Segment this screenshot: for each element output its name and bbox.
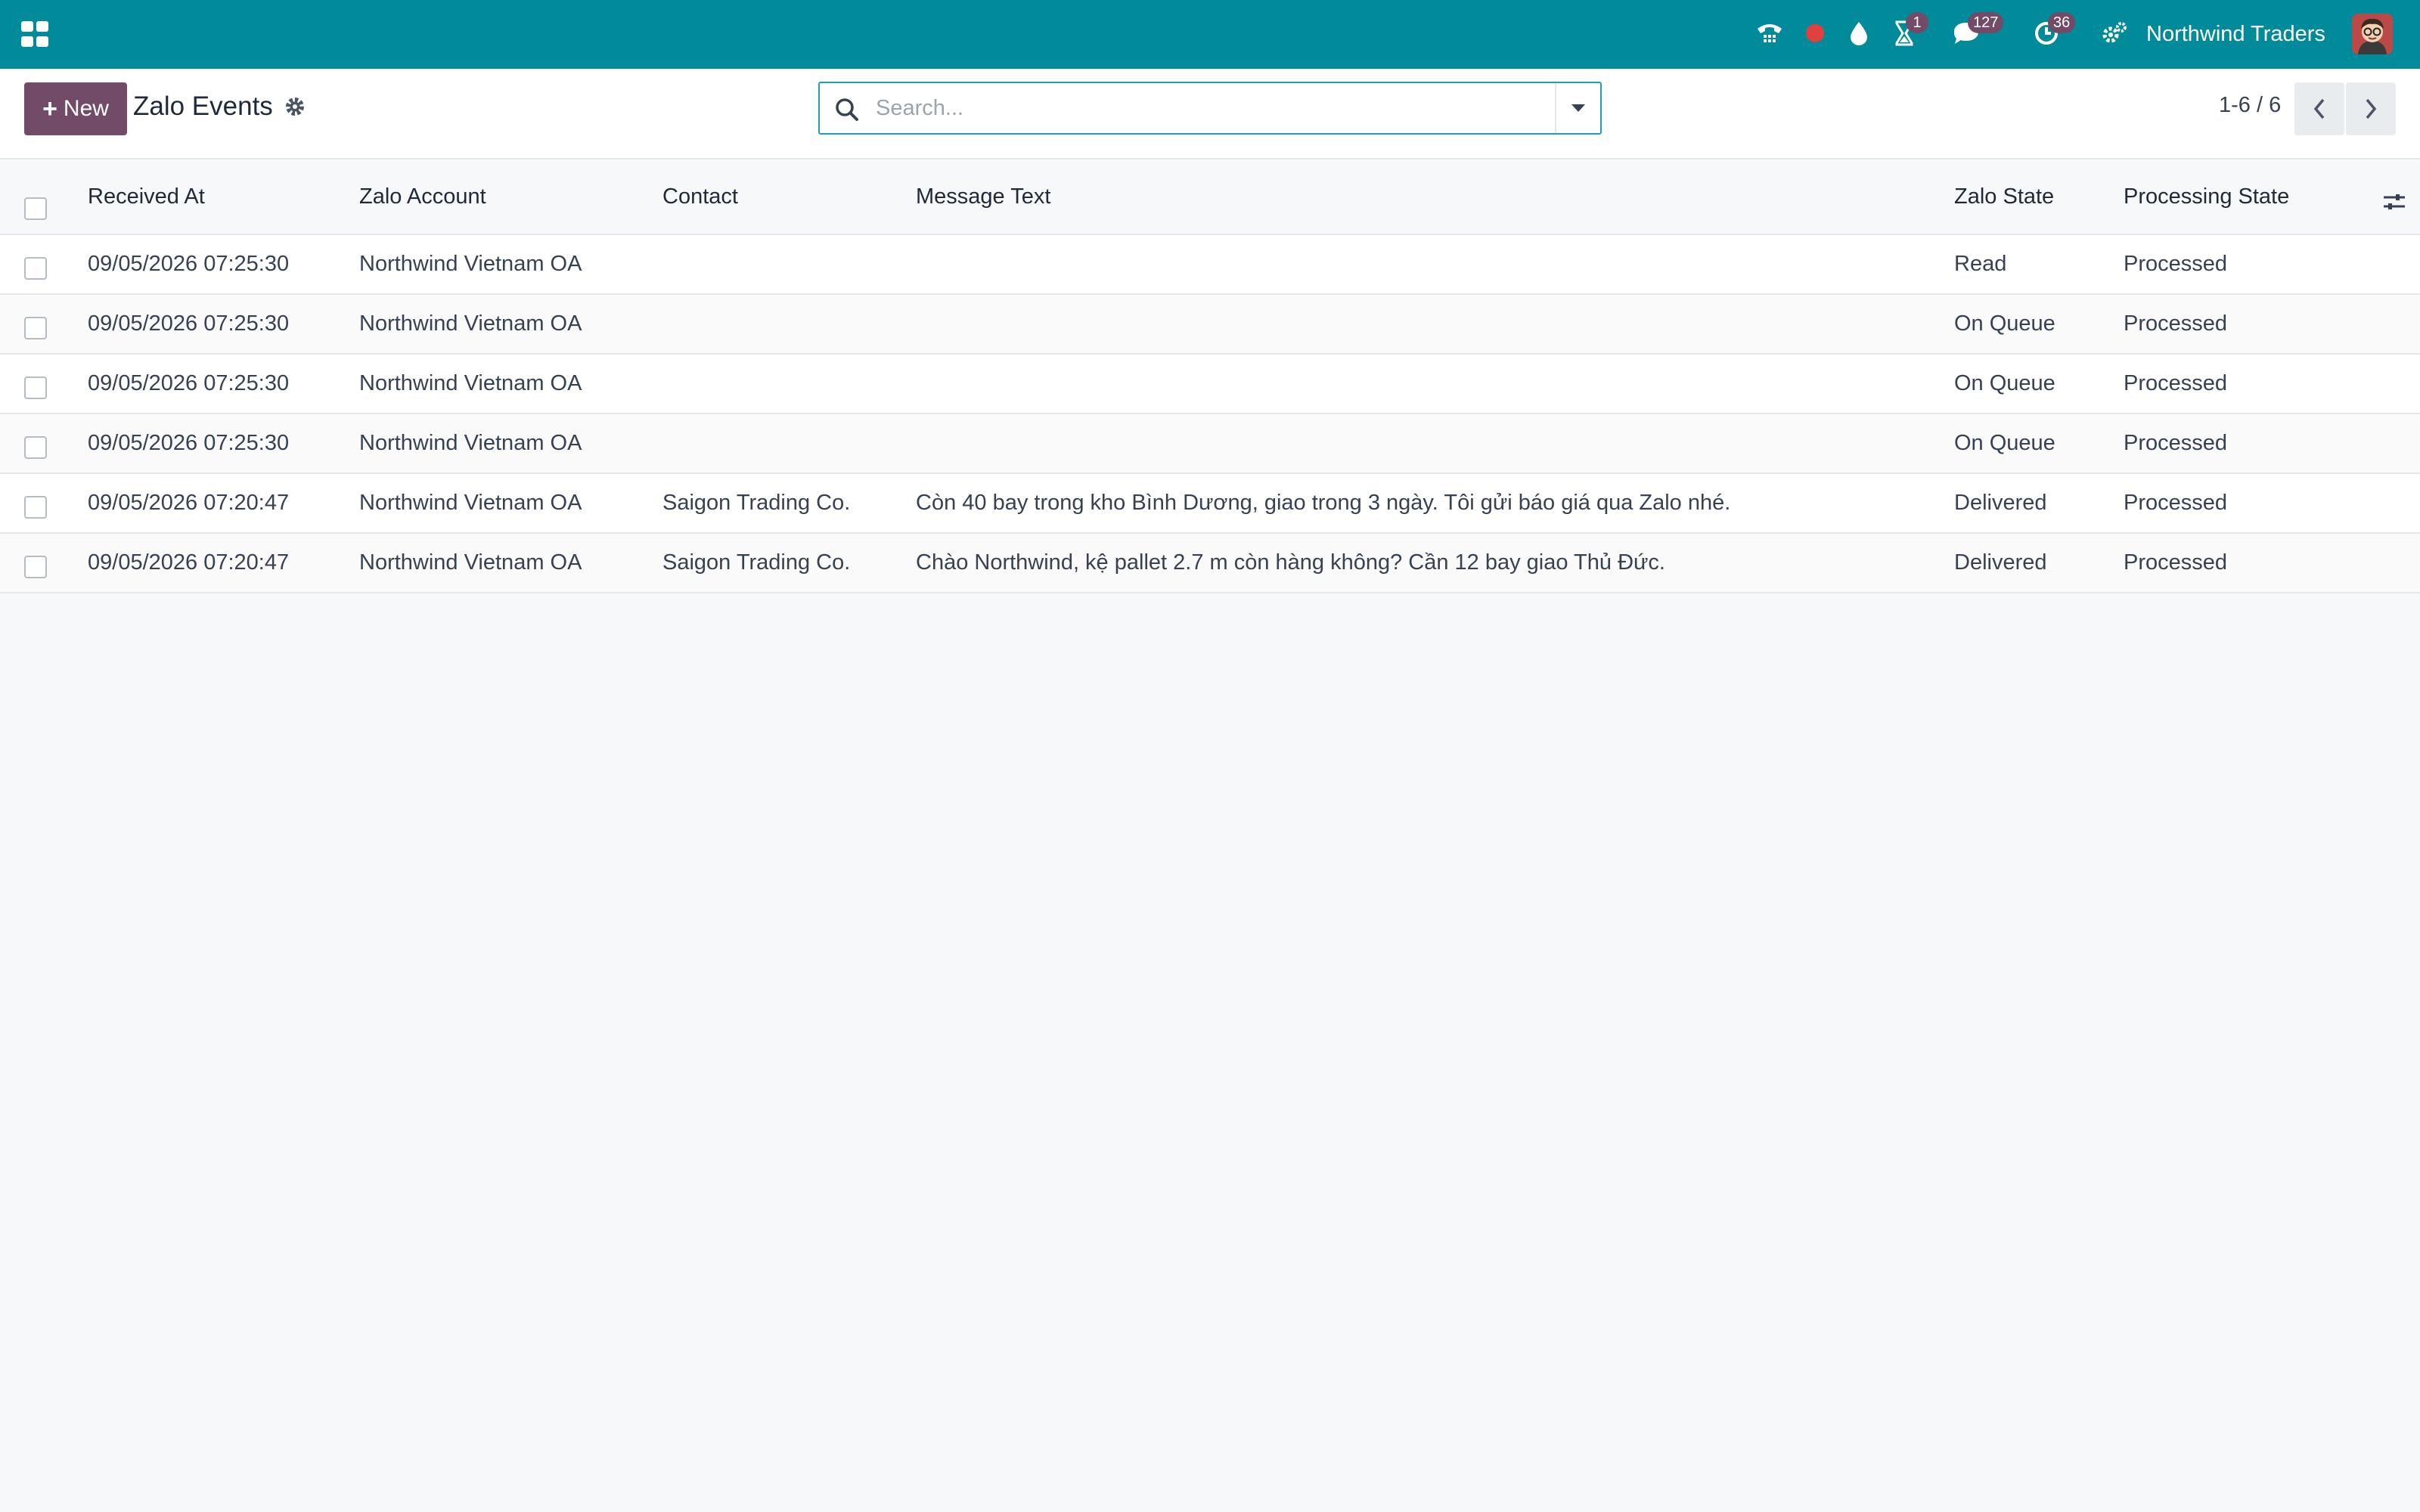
cell-zalo-state: Delivered xyxy=(1954,550,2047,575)
list-view: Received At Zalo Account Contact Message… xyxy=(0,160,2420,593)
cell-processing-state: Processed xyxy=(2124,491,2228,515)
row-checkbox[interactable] xyxy=(24,556,47,578)
top-navbar: 1 127 36 Northwind Traders xyxy=(0,0,2420,69)
cell-processing-state: Processed xyxy=(2124,550,2228,575)
avatar[interactable] xyxy=(2352,14,2393,54)
hourglass-badge: 1 xyxy=(1906,12,1928,33)
cell-processing-state: Processed xyxy=(2124,371,2228,395)
pager-next-button[interactable] xyxy=(2346,82,2396,135)
table-row[interactable]: 09/05/2026 07:25:30 Northwind Vietnam OA… xyxy=(0,295,2420,355)
row-checkbox[interactable] xyxy=(24,436,47,459)
cell-zalo-state: On Queue xyxy=(1954,311,2055,336)
cell-received-at: 09/05/2026 07:25:30 xyxy=(88,252,290,276)
cell-message-text: Chào Northwind, kệ pallet 2.7 m còn hàng… xyxy=(916,550,1665,575)
company-name[interactable]: Northwind Traders xyxy=(2146,20,2325,48)
column-header-zalo-state[interactable]: Zalo State xyxy=(1954,160,2054,234)
table-row[interactable]: 09/05/2026 07:20:47 Northwind Vietnam OA… xyxy=(0,474,2420,534)
plus-icon: + xyxy=(42,94,57,123)
column-header-received-at[interactable]: Received At xyxy=(88,160,205,234)
search-box xyxy=(818,82,1602,135)
drop-icon[interactable] xyxy=(1842,17,1876,50)
cell-processing-state: Processed xyxy=(2124,311,2228,336)
cell-message-text: Còn 40 bay trong kho Bình Dương, giao tr… xyxy=(916,491,1731,515)
pager-previous-button[interactable] xyxy=(2294,82,2344,135)
cell-processing-state: Processed xyxy=(2124,431,2228,455)
cell-received-at: 09/05/2026 07:20:47 xyxy=(88,491,290,515)
select-all-checkbox[interactable] xyxy=(24,197,47,220)
row-checkbox[interactable] xyxy=(24,317,47,339)
chevron-right-icon xyxy=(2366,98,2377,119)
cell-received-at: 09/05/2026 07:20:47 xyxy=(88,550,290,575)
phone-icon[interactable] xyxy=(1753,17,1786,50)
cell-received-at: 09/05/2026 07:25:30 xyxy=(88,371,290,395)
table-header: Received At Zalo Account Contact Message… xyxy=(0,160,2420,235)
cell-zalo-state: On Queue xyxy=(1954,371,2055,395)
new-button[interactable]: + New xyxy=(24,82,127,135)
row-checkbox[interactable] xyxy=(24,376,47,399)
recording-dot-icon[interactable] xyxy=(1798,17,1832,50)
table-row[interactable]: 09/05/2026 07:20:47 Northwind Vietnam OA… xyxy=(0,534,2420,593)
cell-zalo-account: Northwind Vietnam OA xyxy=(359,491,582,515)
hourglass-icon[interactable]: 1 xyxy=(1888,12,1928,50)
cell-received-at: 09/05/2026 07:25:30 xyxy=(88,431,290,455)
cell-zalo-account: Northwind Vietnam OA xyxy=(359,371,582,395)
cell-zalo-state: On Queue xyxy=(1954,431,2055,455)
cell-zalo-state: Delivered xyxy=(1954,491,2047,515)
search-icon xyxy=(836,98,858,121)
row-checkbox[interactable] xyxy=(24,496,47,519)
pager-value[interactable]: 1-6 / 6 xyxy=(2219,93,2281,118)
gear-icon[interactable] xyxy=(281,93,309,120)
control-panel: + New Zalo Events 1-6 / 6 xyxy=(0,69,2420,160)
activity-badge: 36 xyxy=(2048,12,2076,33)
chevron-left-icon xyxy=(2313,98,2325,119)
cell-zalo-account: Northwind Vietnam OA xyxy=(359,252,582,276)
column-header-contact[interactable]: Contact xyxy=(662,160,738,234)
new-button-label: New xyxy=(63,96,109,121)
apps-grid-icon[interactable] xyxy=(20,20,50,50)
row-checkbox[interactable] xyxy=(24,257,47,280)
chat-icon[interactable]: 127 xyxy=(1950,12,2004,50)
cell-processing-state: Processed xyxy=(2124,252,2228,276)
column-header-zalo-account[interactable]: Zalo Account xyxy=(359,160,486,234)
column-options-icon[interactable] xyxy=(2381,188,2408,215)
cell-contact: Saigon Trading Co. xyxy=(662,491,851,515)
cell-zalo-account: Northwind Vietnam OA xyxy=(359,431,582,455)
column-header-processing-state[interactable]: Processing State xyxy=(2124,160,2289,234)
caret-down-icon xyxy=(1571,104,1585,112)
cell-zalo-account: Northwind Vietnam OA xyxy=(359,550,582,575)
search-options-toggle[interactable] xyxy=(1555,83,1600,133)
messages-badge: 127 xyxy=(1968,12,2004,33)
search-input[interactable] xyxy=(876,88,1526,129)
column-header-message-text[interactable]: Message Text xyxy=(916,160,1050,234)
table-row[interactable]: 09/05/2026 07:25:30 Northwind Vietnam OA… xyxy=(0,235,2420,295)
table-row[interactable]: 09/05/2026 07:25:30 Northwind Vietnam OA… xyxy=(0,414,2420,474)
cell-received-at: 09/05/2026 07:25:30 xyxy=(88,311,290,336)
cell-zalo-account: Northwind Vietnam OA xyxy=(359,311,582,336)
table-row[interactable]: 09/05/2026 07:25:30 Northwind Vietnam OA… xyxy=(0,355,2420,414)
clock-icon[interactable]: 36 xyxy=(2030,12,2076,50)
cell-zalo-state: Read xyxy=(1954,252,2007,276)
settings-cogs-icon[interactable] xyxy=(2098,17,2131,50)
cell-contact: Saigon Trading Co. xyxy=(662,550,851,575)
page-title: Zalo Events xyxy=(133,91,273,121)
